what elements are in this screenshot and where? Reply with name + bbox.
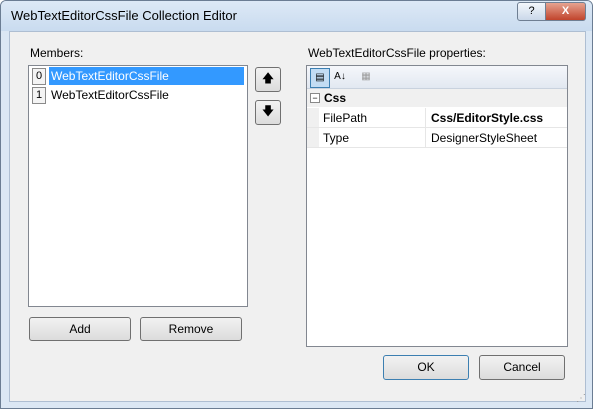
row-gutter (307, 108, 319, 127)
window-title: WebTextEditorCssFile Collection Editor (11, 8, 237, 23)
move-up-button[interactable]: 🡅 (255, 67, 281, 92)
properties-label: WebTextEditorCssFile properties: (308, 46, 486, 60)
property-name: FilePath (323, 111, 368, 125)
members-list[interactable]: 0 WebTextEditorCssFile 1 WebTextEditorCs… (28, 65, 248, 307)
property-name: Type (323, 131, 350, 145)
title-bar[interactable]: WebTextEditorCssFile Collection Editor ?… (1, 1, 592, 31)
close-button[interactable]: X (545, 2, 586, 21)
property-row[interactable]: Type DesignerStyleSheet (307, 128, 567, 148)
add-button[interactable]: Add (29, 317, 131, 341)
property-grid[interactable]: ▤ A↓ ▦ − Css FilePath Css/EditorStyle.cs… (306, 65, 568, 347)
category-name: Css (324, 91, 347, 105)
list-item-index: 1 (32, 87, 46, 104)
alphabetical-icon[interactable]: A↓ (331, 68, 349, 86)
list-item-index: 0 (32, 68, 46, 85)
property-pages-icon[interactable]: ▦ (357, 68, 375, 86)
property-grid-toolbar: ▤ A↓ ▦ (307, 66, 567, 89)
dialog-client-area: Members: 0 WebTextEditorCssFile 1 WebTex… (9, 31, 586, 402)
remove-button[interactable]: Remove (140, 317, 242, 341)
property-value[interactable]: Css/EditorStyle.css (431, 111, 543, 125)
column-divider[interactable] (425, 108, 426, 127)
property-value[interactable]: DesignerStyleSheet (431, 131, 537, 145)
ok-button[interactable]: OK (383, 355, 469, 380)
cancel-button[interactable]: Cancel (479, 355, 565, 380)
categorized-icon[interactable]: ▤ (310, 68, 330, 88)
category-row[interactable]: − Css (307, 89, 567, 107)
list-item[interactable]: 0 WebTextEditorCssFile (30, 67, 245, 85)
list-item-label: WebTextEditorCssFile (49, 67, 244, 85)
arrow-down-icon: 🡇 (261, 104, 275, 118)
list-item[interactable]: 1 WebTextEditorCssFile (30, 86, 245, 104)
property-row[interactable]: FilePath Css/EditorStyle.css (307, 108, 567, 128)
column-divider[interactable] (425, 128, 426, 147)
dialog-window: WebTextEditorCssFile Collection Editor ?… (0, 0, 593, 409)
members-label: Members: (30, 46, 84, 60)
resize-grip-icon[interactable]: ⋰ (576, 393, 586, 404)
help-button[interactable]: ? (517, 2, 546, 21)
list-item-label: WebTextEditorCssFile (51, 88, 169, 102)
move-down-button[interactable]: 🡇 (255, 100, 281, 125)
collapse-icon[interactable]: − (310, 93, 320, 103)
row-gutter (307, 128, 319, 147)
arrow-up-icon: 🡅 (261, 71, 275, 85)
